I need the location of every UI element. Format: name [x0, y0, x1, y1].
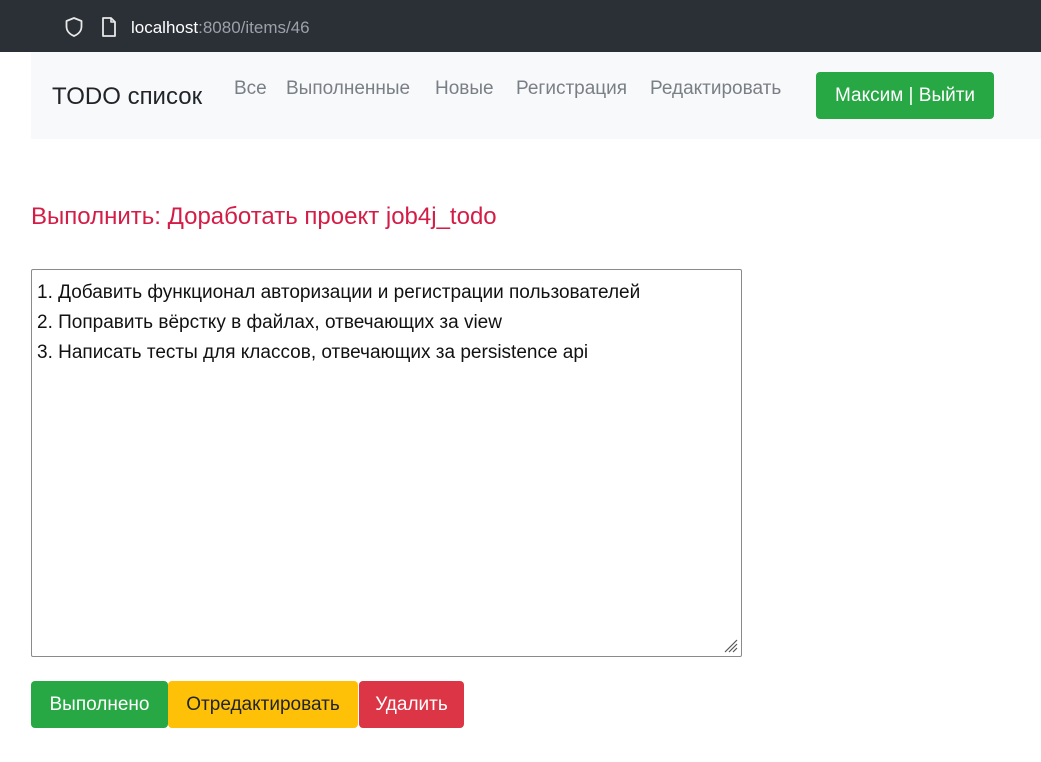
user-logout-button[interactable]: Максим | Выйти: [816, 72, 994, 119]
nav-link-all[interactable]: Все: [234, 77, 267, 101]
navbar: TODO список Все Выполненные Новые Регист…: [31, 52, 1041, 139]
done-button[interactable]: Выполнено: [31, 681, 168, 728]
page-icon: [102, 17, 116, 37]
nav-link-registration[interactable]: Регистрация: [516, 77, 627, 101]
address-bar-url[interactable]: localhost:8080/items/46: [131, 17, 310, 39]
nav-link-edit[interactable]: Редактировать: [650, 77, 781, 101]
resize-handle-icon[interactable]: [722, 637, 738, 653]
shield-icon[interactable]: [63, 16, 85, 38]
nav-link-done[interactable]: Выполненные: [286, 77, 410, 101]
url-host: localhost: [131, 18, 199, 37]
nav-link-new[interactable]: Новые: [435, 77, 494, 101]
description-line: 3. Написать тесты для классов, отвечающи…: [37, 342, 589, 363]
description-textarea[interactable]: 1. Добавить функционал авторизации и рег…: [31, 269, 742, 657]
brand-link[interactable]: TODO список: [52, 82, 202, 112]
url-path: :8080/items/46: [198, 18, 310, 37]
browser-toolbar: localhost:8080/items/46: [0, 0, 1041, 52]
description-line: 2. Поправить вёрстку в файлах, отвечающи…: [37, 312, 502, 333]
item-heading: Выполнить: Доработать проект job4j_todo: [31, 203, 497, 230]
delete-button[interactable]: Удалить: [359, 681, 464, 728]
description-line: 1. Добавить функционал авторизации и рег…: [37, 282, 641, 303]
edit-button[interactable]: Отредактировать: [168, 681, 358, 728]
